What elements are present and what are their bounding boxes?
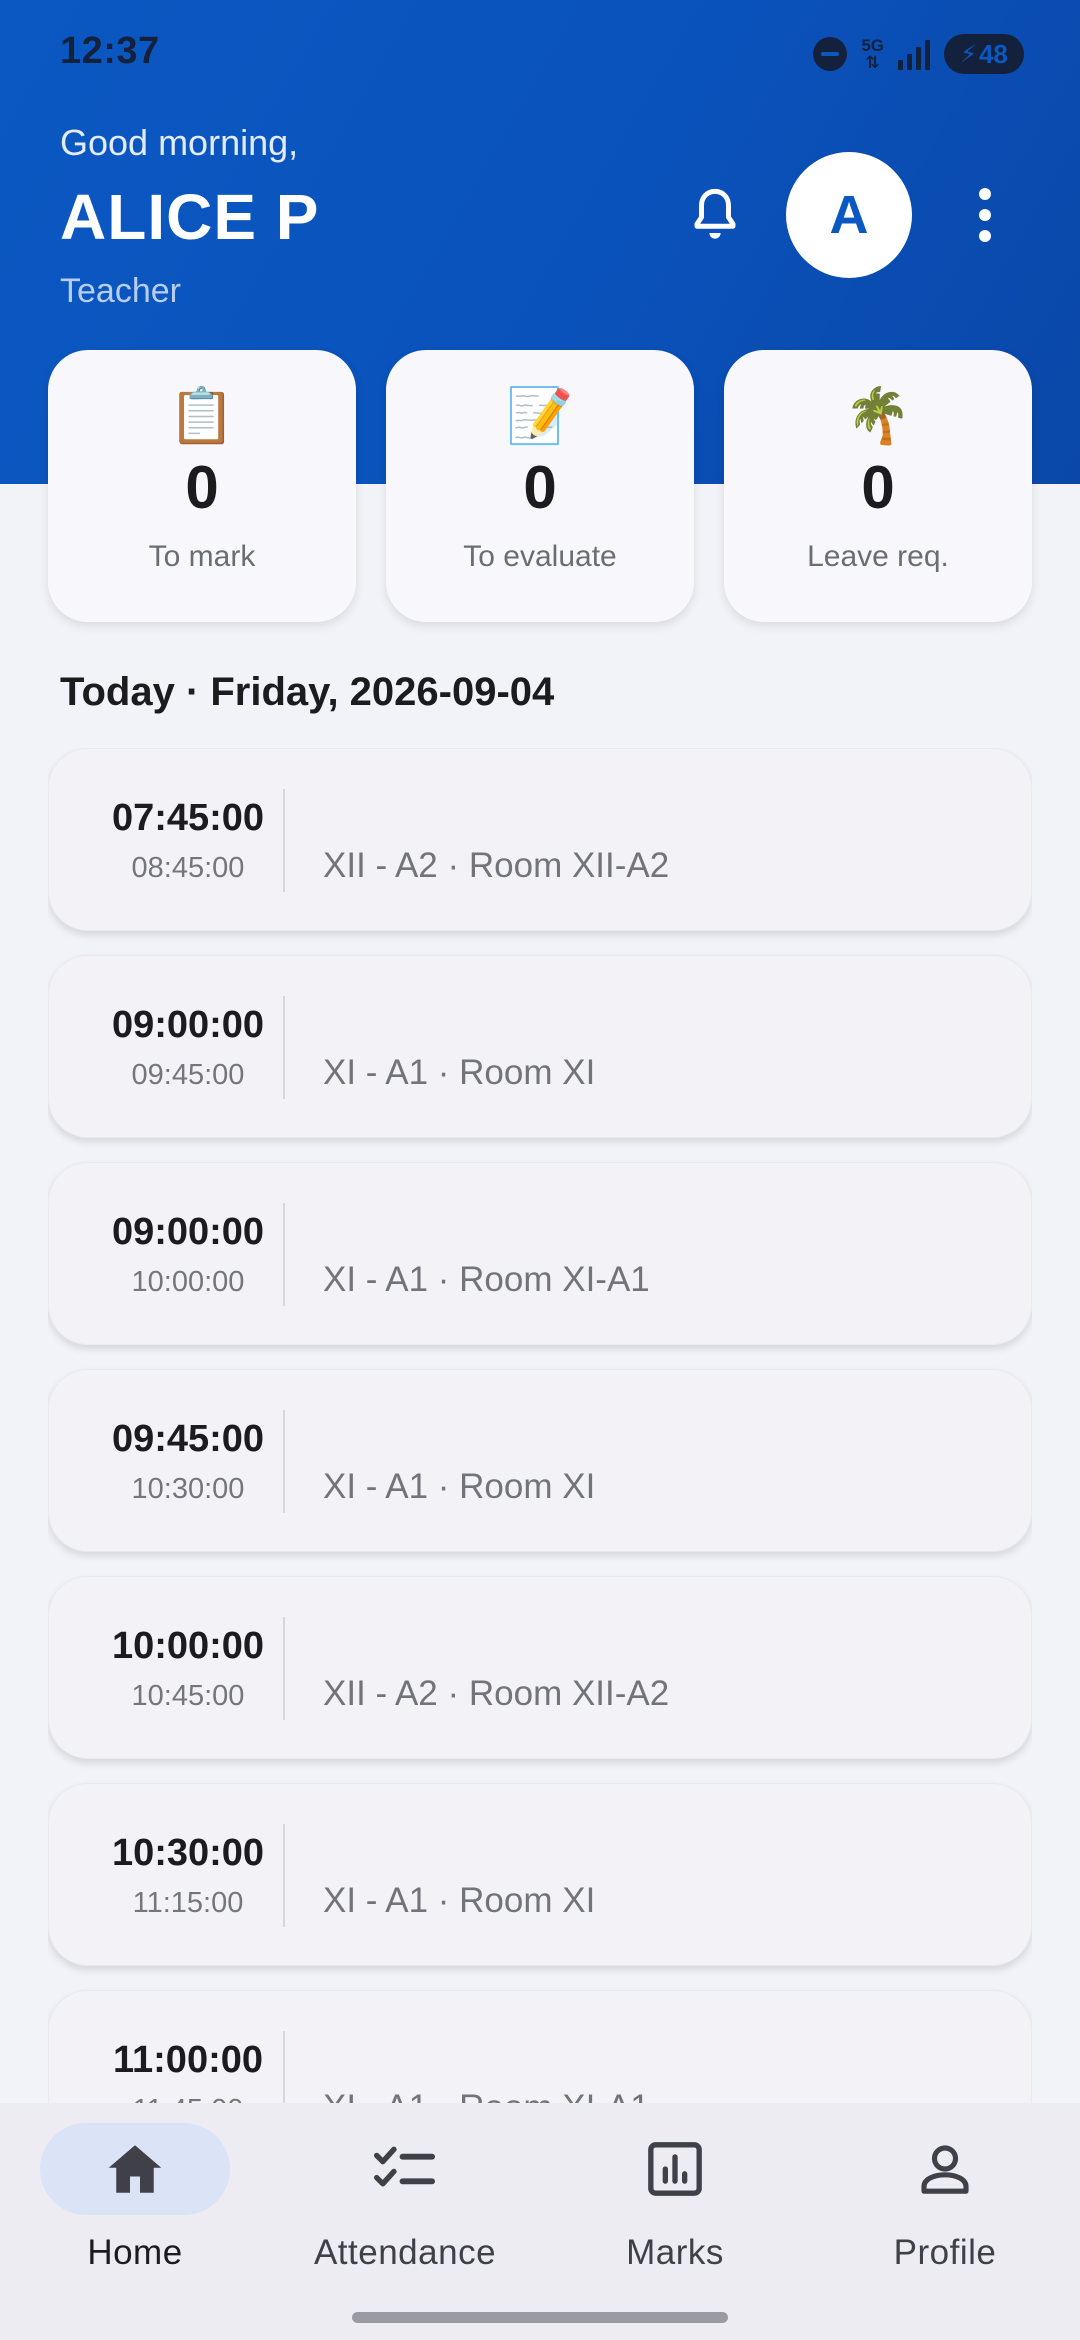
status-bar: 12:37 5G ⇅ ⚡ 48: [0, 0, 1080, 110]
schedule-card[interactable]: 09:00:00 10:00:00 XI - A1 · Room XI-A1: [48, 1162, 1032, 1345]
schedule-card[interactable]: 11:00:00 11:45:00 XI - A1 · Room XI-A1: [48, 1990, 1032, 2103]
notifications-button[interactable]: [680, 180, 750, 250]
battery-level: 48: [978, 38, 1008, 69]
period-end-time: 11:15:00: [132, 1886, 244, 1919]
divider: [283, 1824, 285, 1927]
user-role: Teacher: [60, 272, 181, 310]
bar-chart-icon: [648, 2142, 702, 2196]
status-icons: 5G ⇅ ⚡ 48: [813, 34, 1024, 74]
period-start-time: 09:00:00: [111, 1210, 265, 1253]
period-end-time: 10:45:00: [131, 1679, 245, 1712]
home-icon: [108, 2145, 162, 2193]
period-class-room: XI - A1 · Room XI: [323, 1053, 596, 1092]
nav-label: Attendance: [313, 2233, 497, 2272]
period-class-room: XI - A1 · Room XI: [323, 1467, 596, 1506]
today-heading: Today · Friday, 2026-09-04: [60, 670, 555, 714]
status-clock: 12:37: [60, 30, 160, 72]
signal-icon: [898, 38, 930, 70]
schedule-card[interactable]: 07:45:00 08:45:00 XII - A2 · Room XII-A2: [48, 748, 1032, 931]
memo-icon: 📝: [506, 386, 574, 446]
person-icon: [921, 2145, 969, 2194]
divider: [283, 789, 285, 892]
stat-label: To evaluate: [463, 540, 617, 573]
period-end-time: 10:30:00: [131, 1472, 245, 1505]
nav-active-indicator: [40, 2123, 230, 2215]
palm-tree-icon: 🌴: [844, 386, 912, 446]
clipboard-icon: 📋: [168, 386, 236, 446]
period-class-room: XII - A2 · Room XII-A2: [323, 846, 670, 885]
stat-value: 0: [861, 454, 895, 521]
period-start-time: 10:00:00: [111, 1624, 265, 1667]
period-end-time: 09:45:00: [131, 1058, 245, 1091]
period-class-room: XI - A1 · Room XI: [323, 1881, 596, 1920]
stat-card-leave-requests[interactable]: 🌴 0 Leave req.: [724, 350, 1032, 622]
stat-value: 0: [523, 454, 557, 521]
checklist-icon: [373, 2146, 436, 2187]
divider: [283, 2031, 285, 2103]
divider: [283, 1410, 285, 1513]
schedule-list: 07:45:00 08:45:00 XII - A2 · Room XII-A2 …: [48, 748, 1032, 2103]
stat-value: 0: [185, 454, 219, 521]
greeting-text: Good morning,: [60, 122, 299, 163]
schedule-card[interactable]: 10:00:00 10:45:00 XII - A2 · Room XII-A2: [48, 1576, 1032, 1759]
divider: [283, 996, 285, 1099]
more-options-icon[interactable]: [960, 180, 1010, 250]
period-class-room: XII - A2 · Room XII-A2: [323, 1674, 670, 1713]
nav-item-profile[interactable]: Profile: [810, 2123, 1080, 2303]
nav-label: Home: [87, 2233, 183, 2272]
network-5g-icon: 5G ⇅: [861, 36, 884, 72]
schedule-card[interactable]: 09:45:00 10:30:00 XI - A1 · Room XI: [48, 1369, 1032, 1552]
period-start-time: 09:00:00: [111, 1003, 265, 1046]
stat-card-to-mark[interactable]: 📋 0 To mark: [48, 350, 356, 622]
period-start-time: 09:45:00: [111, 1417, 265, 1460]
period-start-time: 10:30:00: [111, 1831, 265, 1874]
period-end-time: 08:45:00: [131, 851, 245, 884]
bottom-navigation: Home Attendance Marks Profile: [0, 2103, 1080, 2340]
user-name: ALICE P: [60, 181, 320, 253]
schedule-card[interactable]: 09:00:00 09:45:00 XI - A1 · Room XI: [48, 955, 1032, 1138]
period-start-time: 11:00:00: [112, 2038, 263, 2081]
divider: [283, 1617, 285, 1720]
nav-item-attendance[interactable]: Attendance: [270, 2123, 540, 2303]
avatar[interactable]: A: [786, 152, 912, 278]
period-start-time: 07:45:00: [111, 796, 265, 839]
do-not-disturb-icon: [813, 37, 848, 71]
nav-label: Marks: [626, 2233, 724, 2272]
nav-item-marks[interactable]: Marks: [540, 2123, 810, 2303]
stat-label: Leave req.: [807, 540, 949, 573]
stat-card-to-evaluate[interactable]: 📝 0 To evaluate: [386, 350, 694, 622]
stats-row: 📋 0 To mark 📝 0 To evaluate 🌴 0 Leave re…: [48, 350, 1032, 622]
bell-icon: [694, 188, 736, 239]
period-end-time: 11:45:00: [133, 2094, 244, 2104]
nav-item-home[interactable]: Home: [0, 2123, 270, 2303]
period-class-room: XI - A1 · Room XI-A1: [323, 1260, 650, 1299]
home-gesture-bar[interactable]: [352, 2312, 728, 2323]
battery-icon: ⚡ 48: [944, 34, 1024, 74]
stat-label: To mark: [148, 540, 256, 573]
period-end-time: 10:00:00: [131, 1265, 245, 1298]
schedule-card[interactable]: 10:30:00 11:15:00 XI - A1 · Room XI: [48, 1783, 1032, 1966]
nav-label: Profile: [893, 2233, 997, 2272]
period-class-room: XI - A1 · Room XI-A1: [323, 2088, 650, 2103]
divider: [283, 1203, 285, 1306]
